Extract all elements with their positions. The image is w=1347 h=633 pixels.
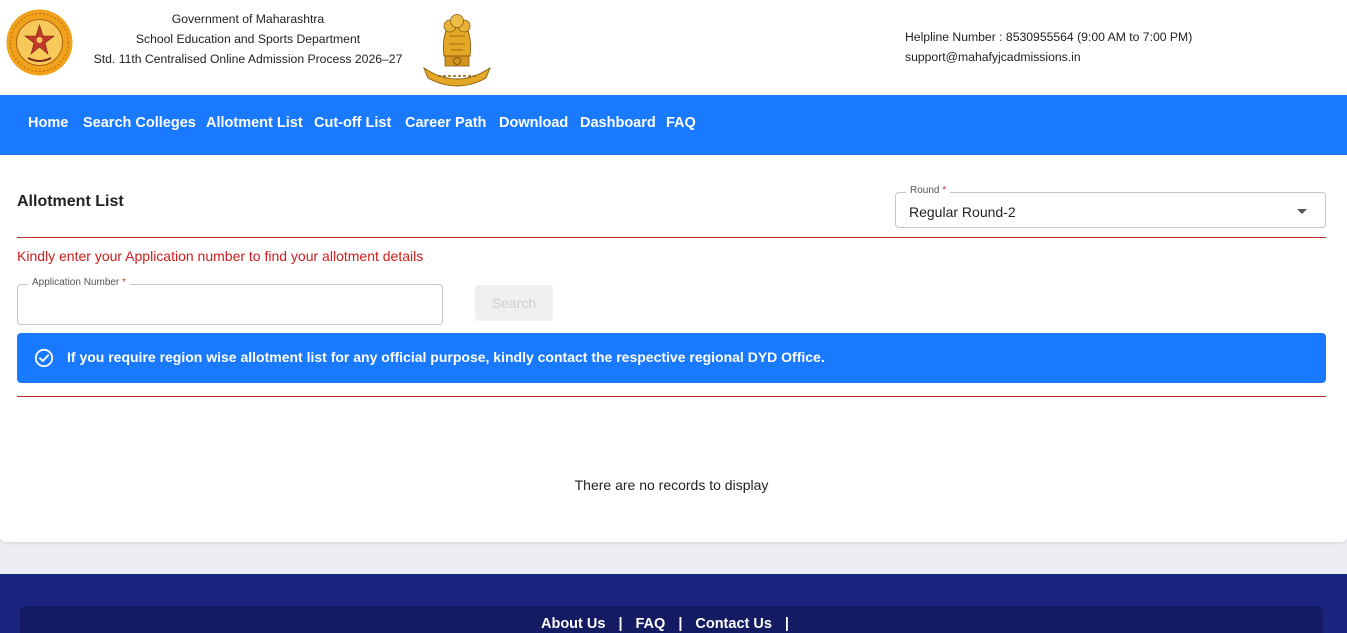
footer-separator: | [678, 616, 683, 632]
info-alert-text: If you require region wise allotment lis… [67, 349, 825, 365]
footer-link-faq[interactable]: FAQ [636, 616, 666, 632]
gov-line-3: Std. 11th Centralised Online Admission P… [93, 52, 403, 66]
contact-info: Helpline Number : 8530955564 (9:00 AM to… [905, 27, 1192, 67]
allotment-card: Allotment List Round * Regular Round-2 K… [0, 155, 1347, 542]
nav-faq[interactable]: FAQ [666, 115, 696, 131]
check-circle-icon [34, 348, 54, 368]
gov-line-2: School Education and Sports Department [135, 32, 361, 46]
info-alert: If you require region wise allotment lis… [17, 333, 1326, 383]
footer-panel: About Us | FAQ | Contact Us | [20, 606, 1323, 633]
search-button[interactable]: Search [475, 285, 553, 321]
nav-home[interactable]: Home [28, 115, 68, 131]
empty-state-text: There are no records to display [574, 477, 769, 493]
nav-dashboard[interactable]: Dashboard [580, 115, 656, 131]
nav-career-path[interactable]: Career Path [405, 115, 486, 131]
page-title: Allotment List [17, 193, 124, 210]
footer-link-about-us[interactable]: About Us [541, 616, 605, 632]
gov-line-1: Government of Maharashtra [171, 12, 325, 26]
bottom-divider [17, 396, 1326, 397]
application-number-field[interactable]: Application Number * [17, 277, 443, 325]
nav-allotment-list[interactable]: Allotment List [206, 115, 303, 131]
application-number-input[interactable] [18, 285, 442, 324]
government-title: Government of Maharashtra School Educati… [88, 9, 408, 69]
site-footer: About Us | FAQ | Contact Us | [0, 574, 1347, 633]
round-selected-value: Regular Round-2 [909, 204, 1016, 220]
national-emblem-icon [420, 6, 494, 88]
nav-cutoff-list[interactable]: Cut-off List [314, 115, 391, 131]
required-marker: * [942, 185, 947, 196]
helpline-text: Helpline Number : 8530955564 (9:00 AM to… [905, 30, 1193, 44]
nav-search-colleges[interactable]: Search Colleges [83, 115, 196, 131]
footer-links: About Us | FAQ | Contact Us | [20, 616, 1323, 632]
instruction-text: Kindly enter your Application number to … [17, 248, 424, 264]
chevron-down-icon[interactable] [1297, 209, 1307, 214]
nav-download[interactable]: Download [499, 115, 568, 131]
maharashtra-seal-icon [6, 9, 73, 76]
support-email[interactable]: support@mahafyjcadmissions.in [905, 47, 1192, 67]
main-navbar: Home Search Colleges Allotment List Cut-… [0, 95, 1347, 155]
footer-separator: | [618, 616, 623, 632]
round-select[interactable]: Round * Regular Round-2 [895, 185, 1326, 228]
site-header: Government of Maharashtra School Educati… [0, 0, 1347, 95]
top-divider [17, 237, 1326, 238]
footer-separator: | [784, 616, 789, 632]
footer-link-contact-us[interactable]: Contact Us [695, 616, 772, 632]
round-label: Round * [906, 185, 951, 196]
